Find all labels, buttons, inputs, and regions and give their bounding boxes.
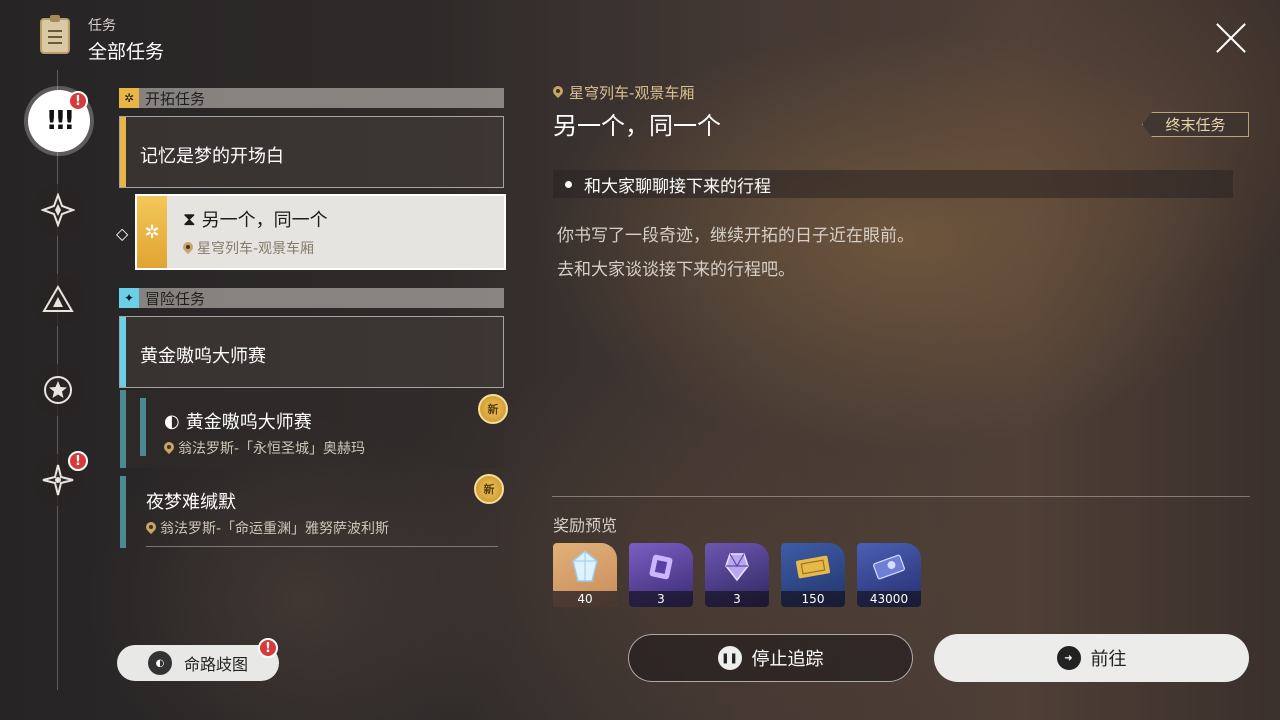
location-pin-icon [183,242,193,255]
quest-location: 翁法罗斯-「命运重渊」雅努萨波利斯 [160,521,390,537]
go-button[interactable]: ➜ 前往 [934,634,1249,682]
objective-row: 和大家聊聊接下来的行程 [553,170,1233,198]
section-label: 冒险任务 [145,289,206,308]
bullet-icon [565,180,572,188]
rewards-label: 奖励预览 [553,516,618,535]
quest-location: 星穹列车-观景车厢 [197,241,315,257]
quest-title: 夜梦难缄默 [146,492,236,513]
quest-title: 记忆是梦的开场白 [140,146,284,167]
alert-badge: ! [68,91,88,111]
accent-bar [120,390,126,468]
section-label: 开拓任务 [145,89,206,108]
gold-ticket-icon [781,543,845,591]
accent-bar [120,117,126,187]
diamond-star-icon [41,193,75,227]
quest-item-night-dream[interactable]: 夜梦难缄默 翁法罗斯-「命运重渊」雅努萨波利斯 新 [120,474,504,548]
location-pin-icon [164,442,174,455]
planet-icon: ◐ [164,410,180,432]
detail-location: 星穹列车-观景车厢 [553,82,694,103]
pause-icon: ❚❚ [717,646,742,670]
quest-title: 黄金嗷呜大师赛 [185,412,312,433]
description-line: 去和大家谈谈接下来的行程吧。 [557,260,795,280]
reward-item[interactable]: 150 [781,543,845,607]
detail-location-text: 星穹列车-观景车厢 [569,84,695,102]
trailblaze-emblem-icon: ✲ [137,196,167,268]
objective-text: 和大家聊聊接下来的行程 [584,176,771,197]
rail-tab-trailblaze[interactable] [32,184,84,236]
exclamation-icon: !!! [45,106,76,136]
section-adventure-header: ✦ 冒险任务 [119,288,504,308]
quest-title: 另一个，同一个 [201,210,328,231]
hourglass-icon: ⧗ [183,208,196,230]
page-title: 全部任务 [88,41,165,63]
stop-tracking-label: 停止追踪 [751,649,824,670]
detail-title: 另一个，同一个 [553,112,721,140]
triangle-icon [42,285,74,312]
quest-item-golden-match[interactable]: ◐ 黄金嗷呜大师赛 翁法罗斯-「永恒圣城」奥赫玛 新 [120,390,508,468]
credit-card-icon [857,543,921,591]
reward-qty: 43000 [857,591,921,607]
purple-material-icon [705,543,769,591]
new-badge: 新 [474,474,504,504]
reward-item[interactable]: 43000 [857,543,921,607]
description-line: 你书写了一段奇迹，继续开拓的日子近在眼前。 [557,226,914,246]
go-label: 前往 [1090,649,1127,670]
go-arrow-icon: ➜ [1056,646,1081,670]
compass-star-icon [42,464,74,496]
reward-item[interactable]: 40 [553,543,617,607]
path-map-label: 命路歧图 [183,655,248,674]
close-button[interactable] [1210,16,1254,60]
accent-bar [120,317,126,387]
location-pin-icon [146,522,156,535]
adventure-icon: ✦ [119,288,139,308]
quest-card-selected[interactable]: ✲ ⧗ 另一个，同一个 星穹列车-观景车厢 [135,194,506,270]
quest-card-memory[interactable]: 记忆是梦的开场白 [119,116,504,188]
quest-location: 翁法罗斯-「永恒圣城」奥赫玛 [178,441,366,457]
selection-arrow-icon: ◇ [116,224,129,243]
new-badge: 新 [478,394,508,424]
purple-chip-icon [629,543,693,591]
trailblaze-icon: ✲ [119,88,139,108]
reward-qty: 40 [553,591,617,607]
alert-badge: ! [258,638,278,658]
quest-card-golden-match[interactable]: 黄金嗷呜大师赛 [119,316,504,388]
crystal-icon [553,543,617,591]
path-map-button[interactable]: ◐ 命路歧图 [117,645,279,681]
reward-qty: 3 [629,591,693,607]
reward-item[interactable]: 3 [705,543,769,607]
reward-qty: 3 [705,591,769,607]
accent-bar [120,476,126,548]
planet-icon: ◐ [147,651,172,675]
header-category: 任务 [88,18,116,34]
location-pin-icon [553,86,563,99]
rail-tab-adventure[interactable] [32,274,84,326]
divider [146,546,498,547]
quest-title: 黄金嗷呜大师赛 [140,346,266,367]
quest-log-icon [40,15,70,54]
star-icon [44,376,72,404]
quest-description: 你书写了一段奇迹，继续开拓的日子近在眼前。 去和大家谈谈接下来的行程吧。 [557,219,914,287]
reward-qty: 150 [781,591,845,607]
reward-item[interactable]: 3 [629,543,693,607]
rail-tab-companion[interactable] [32,364,84,416]
alert-badge: ! [68,451,88,471]
section-trailblaze-header: ✲ 开拓任务 [119,88,504,108]
divider [552,496,1250,497]
sub-accent-bar [140,398,146,456]
stop-tracking-button[interactable]: ❚❚ 停止追踪 [628,634,913,682]
quest-type-tag: 终末任务 [1142,112,1249,137]
